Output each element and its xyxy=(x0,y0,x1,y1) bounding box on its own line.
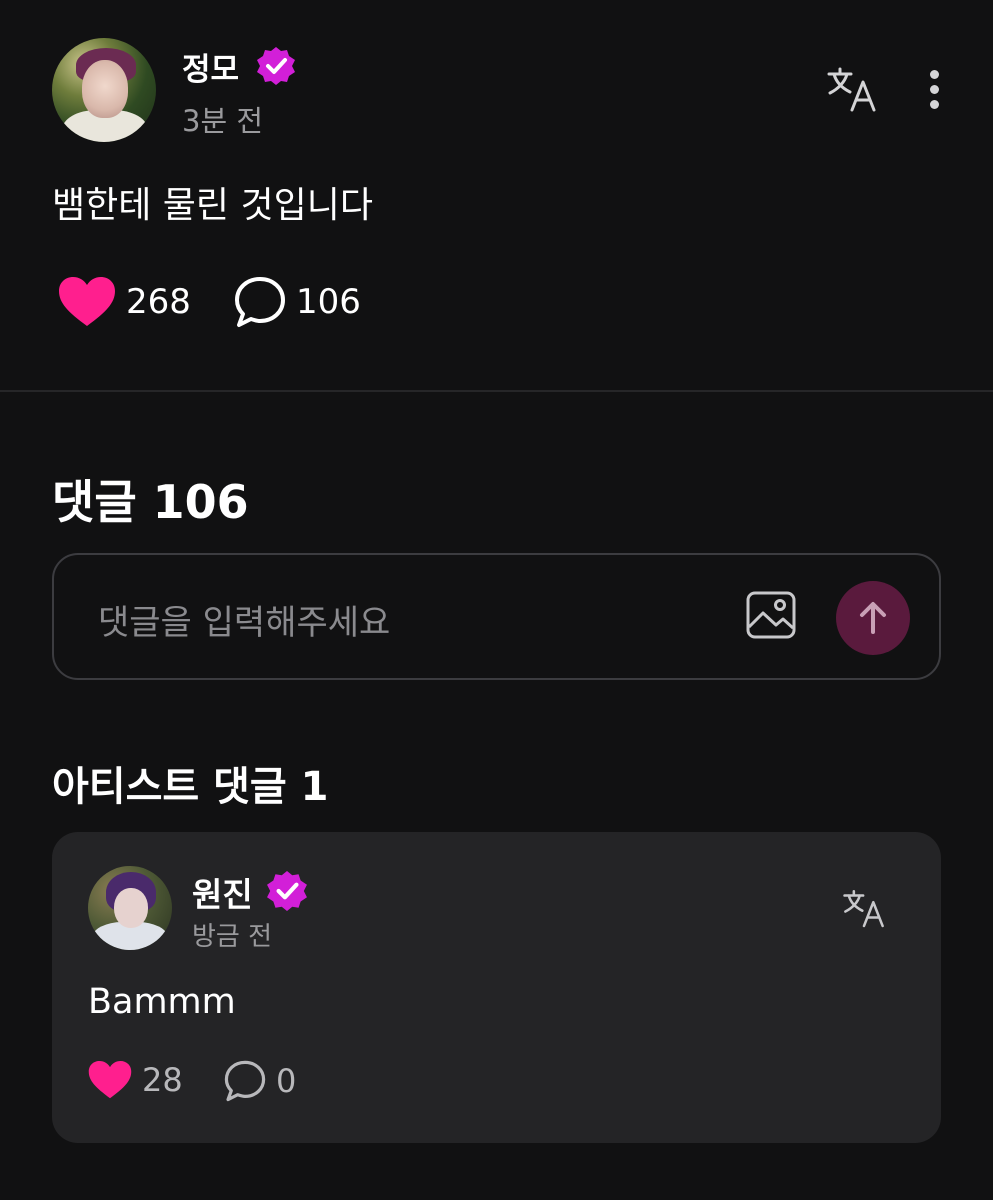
verified-badge-icon xyxy=(267,871,307,911)
comment-count: 106 xyxy=(296,282,361,322)
author-avatar[interactable] xyxy=(52,38,156,142)
comment-reply-count: 0 xyxy=(276,1062,297,1100)
comment-bubble-icon xyxy=(224,1060,266,1102)
comment-input-placeholder: 댓글을 입력해주세요 xyxy=(98,603,391,643)
image-attach-icon[interactable] xyxy=(746,591,796,639)
like-count: 268 xyxy=(126,282,191,322)
avatar-face xyxy=(114,888,148,928)
comments-title: 댓글 106 xyxy=(52,475,249,529)
verified-badge-icon xyxy=(257,47,295,85)
author-name[interactable]: 정모 xyxy=(182,44,239,89)
like-button[interactable]: 268 xyxy=(58,276,191,328)
comment-bubble-icon xyxy=(235,277,285,327)
comment-like-button[interactable]: 28 xyxy=(88,1060,183,1100)
post-time: 3분 전 xyxy=(182,104,264,138)
comment-like-count: 28 xyxy=(142,1061,183,1099)
comment-input[interactable]: 댓글을 입력해주세요 xyxy=(52,553,941,680)
section-divider xyxy=(0,390,993,392)
avatar-face xyxy=(82,60,128,118)
heart-icon xyxy=(88,1061,132,1099)
artist-comments-title: 아티스트 댓글 1 xyxy=(52,764,329,810)
heart-icon xyxy=(59,277,115,326)
send-button[interactable] xyxy=(836,581,910,655)
commenter-name[interactable]: 원진 xyxy=(192,868,253,916)
commenter-avatar[interactable] xyxy=(88,866,172,950)
translate-icon[interactable] xyxy=(842,888,886,930)
comment-time: 방금 전 xyxy=(192,922,273,952)
comment-reply-button[interactable]: 0 xyxy=(224,1060,296,1102)
artist-comment-card: 원진 방금 전 Bammm 28 0 xyxy=(52,832,941,1143)
arrow-up-icon xyxy=(860,602,886,634)
more-options-icon[interactable] xyxy=(924,70,944,114)
translate-icon[interactable] xyxy=(826,66,878,114)
comment-count-button[interactable]: 106 xyxy=(234,276,361,328)
post-detail-page: 정모 3분 전 뱀한테 물린 것입니다 268 106 댓글 106 댓글을 입… xyxy=(0,0,993,1200)
comment-body: Bammm xyxy=(88,982,236,1022)
post-body: 뱀한테 물린 것입니다 xyxy=(52,185,373,226)
